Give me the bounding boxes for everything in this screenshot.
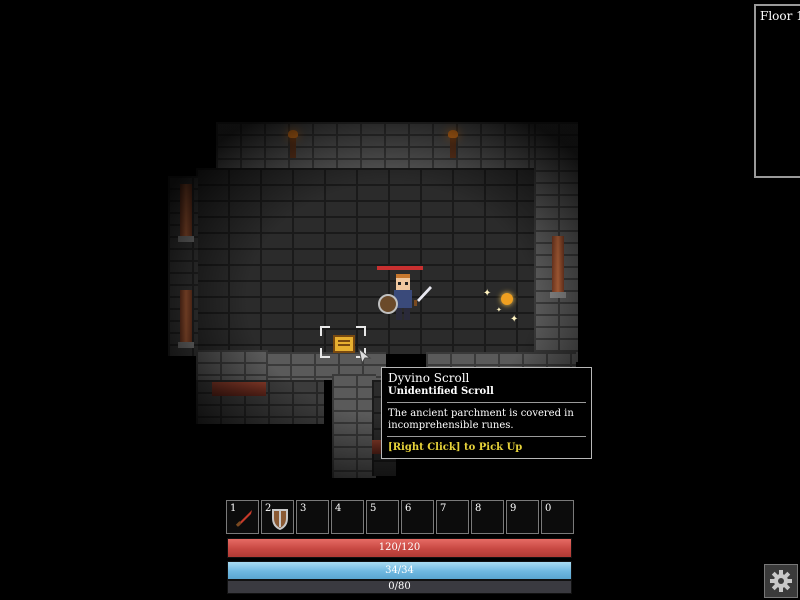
dungeon-floor[interactable] (196, 168, 542, 354)
hotbar-slot-4[interactable]: 4 (331, 500, 364, 534)
hotbar-slot-5[interactable]: 5 (366, 500, 399, 534)
sparkle-icon: ✦ (510, 314, 519, 325)
pillar (550, 236, 566, 298)
shield-icon (272, 509, 288, 530)
north-wall (216, 122, 546, 168)
slot-key: 6 (405, 503, 412, 514)
hotbar-slot-1[interactable]: 1 (226, 500, 259, 534)
item-name: Dyvino Scroll (388, 371, 470, 385)
slot-key: 4 (335, 503, 342, 514)
settings-button[interactable] (764, 564, 798, 598)
item-tooltip: Dyvino Scroll Unidentified Scroll The an… (381, 367, 592, 459)
torch (288, 130, 298, 158)
item-description: incomprehensible runes. (388, 420, 514, 431)
experience-value: 0/80 (388, 581, 411, 592)
health-bar: 120/120 (227, 538, 572, 558)
hotbar-slot-3[interactable]: 3 (296, 500, 329, 534)
tooltip-divider (387, 436, 586, 437)
hero-health-bar (377, 266, 423, 270)
sword-icon (235, 510, 252, 527)
mana-bar: 34/34 (227, 561, 572, 580)
sparkle-icon: ✦ (483, 288, 492, 299)
pillar (178, 184, 194, 242)
minimap-title: Floor 1 (760, 9, 800, 23)
corridor-wall (332, 374, 376, 478)
health-value: 120/120 (378, 542, 421, 553)
cursor-icon (358, 348, 372, 364)
pillar (178, 290, 194, 348)
hero-icon (378, 274, 432, 320)
experience-bar: 0/80 (227, 580, 572, 594)
hotbar-slot-2[interactable]: 2 (261, 500, 294, 534)
door-left[interactable] (212, 382, 266, 396)
sparkle-icon: ✦ (496, 306, 502, 314)
slot-key: 7 (440, 503, 447, 514)
slot-key: 9 (510, 503, 517, 514)
mana-value: 34/34 (385, 565, 414, 576)
item-type: Unidentified Scroll (388, 386, 494, 397)
south-wall-left (196, 350, 268, 380)
torch (448, 130, 458, 158)
tooltip-divider (387, 402, 586, 403)
hero-sprite[interactable] (374, 272, 434, 326)
slot-key: 5 (370, 503, 377, 514)
hotbar-slot-6[interactable]: 6 (401, 500, 434, 534)
hotbar-slot-7[interactable]: 7 (436, 500, 469, 534)
hotbar-slot-9[interactable]: 9 (506, 500, 539, 534)
slot-key: 8 (475, 503, 482, 514)
pickup-hint: [Right Click] to Pick Up (388, 442, 523, 453)
item-description: The ancient parchment is covered in (388, 408, 574, 419)
gear-icon (770, 570, 792, 592)
coin-icon[interactable] (501, 293, 513, 305)
scroll-icon[interactable] (332, 334, 356, 354)
slot-key: 0 (545, 503, 552, 514)
minimap[interactable]: Floor 1 (754, 4, 800, 178)
item-selection-frame[interactable] (320, 326, 372, 364)
hotbar: 1 2 3 4 5 6 7 8 9 0 (224, 500, 576, 536)
slot-key: 3 (300, 503, 307, 514)
hotbar-slot-0[interactable]: 0 (541, 500, 574, 534)
hotbar-slot-8[interactable]: 8 (471, 500, 504, 534)
